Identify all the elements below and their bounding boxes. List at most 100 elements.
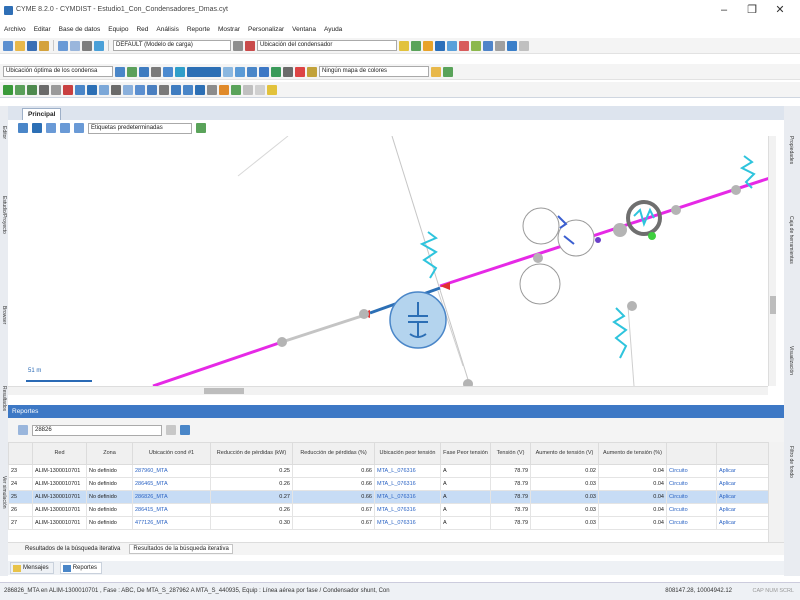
check-icon[interactable] xyxy=(3,84,13,95)
breaker-icon[interactable] xyxy=(123,84,133,95)
profile-icon[interactable] xyxy=(175,66,185,77)
sort-icon[interactable] xyxy=(127,66,137,77)
load-model-select[interactable]: DEFAULT (Modelo de carga) xyxy=(113,40,231,51)
side-tab-toolbox[interactable]: Caja de herramientas xyxy=(788,216,794,264)
bus-icon[interactable] xyxy=(195,84,205,95)
save-icon[interactable] xyxy=(27,40,37,51)
zoom-out-icon[interactable] xyxy=(60,123,70,133)
feeder-line-magenta[interactable] xyxy=(152,340,283,386)
circuit-link[interactable]: Circuito xyxy=(666,477,717,491)
menu-red[interactable]: Red xyxy=(136,26,148,33)
shape-icon[interactable] xyxy=(255,84,265,95)
column-header[interactable] xyxy=(716,442,768,465)
side-tab-results[interactable]: Resultados xyxy=(1,386,7,411)
column-header-worst-voltage-location[interactable]: Ubicación peor tensión xyxy=(374,442,441,465)
run-icon[interactable] xyxy=(245,40,255,51)
switch-icon[interactable] xyxy=(39,84,49,95)
scroll-thumb[interactable] xyxy=(770,296,776,314)
select-icon[interactable] xyxy=(18,123,28,133)
menu-equipo[interactable]: Equipo xyxy=(108,26,128,33)
zoom-extent-icon[interactable] xyxy=(74,123,84,133)
lightbulb-icon[interactable] xyxy=(399,40,409,51)
circuit-link[interactable]: Circuito xyxy=(666,516,717,530)
menu-ventana[interactable]: Ventana xyxy=(292,26,316,33)
node-icon[interactable] xyxy=(15,84,25,95)
section-icon[interactable] xyxy=(51,84,61,95)
side-tab-visualization[interactable]: Visualización xyxy=(788,346,794,375)
side-tab-study[interactable]: Estudio/Proyecto xyxy=(1,196,7,234)
fuse-icon[interactable] xyxy=(135,84,145,95)
open-icon[interactable] xyxy=(15,40,25,51)
close-button[interactable]: ✕ xyxy=(768,2,792,18)
device-icon[interactable] xyxy=(283,66,293,77)
chart-icon[interactable] xyxy=(447,40,457,51)
table-icon[interactable] xyxy=(163,66,173,77)
source-icon[interactable] xyxy=(27,84,37,95)
warning-icon[interactable] xyxy=(423,40,433,51)
move-icon[interactable] xyxy=(75,84,85,95)
list-icon[interactable] xyxy=(495,40,505,51)
network-diagram[interactable] xyxy=(8,136,776,386)
menu-analisis[interactable]: Análisis xyxy=(156,26,178,33)
column-header[interactable] xyxy=(666,442,717,465)
menu-ayuda[interactable]: Ayuda xyxy=(324,26,342,33)
column-header-voltage-rise-v[interactable]: Aumento de tensión (V) xyxy=(530,442,599,465)
column-header-voltage-rise-pct[interactable]: Aumento de tensión (%) xyxy=(598,442,667,465)
apply-link[interactable]: Aplicar xyxy=(716,464,768,478)
clear-icon[interactable] xyxy=(166,425,176,435)
menu-mostrar[interactable]: Mostrar xyxy=(218,26,240,33)
report-icon[interactable] xyxy=(435,40,445,51)
column-header-location[interactable]: Ubicación cond #1 xyxy=(132,442,211,465)
tab-principal[interactable]: Principal xyxy=(22,108,62,120)
network-nodes[interactable] xyxy=(277,185,741,386)
filter-icon[interactable] xyxy=(151,66,161,77)
signal-icon[interactable] xyxy=(271,66,281,77)
load-icon[interactable] xyxy=(207,84,217,95)
search-input[interactable]: 28826 xyxy=(32,424,162,436)
table-row[interactable]: 25 ALIM-1300010701 No definido 286826_MTA 0.… xyxy=(8,490,768,504)
column-header-worst-phase[interactable]: Fase Peor tensión xyxy=(440,442,491,465)
table-row[interactable]: 23 ALIM-1300010701 No definido 287960_MTA 0.… xyxy=(8,464,768,478)
rotate-icon[interactable] xyxy=(87,84,97,95)
menu-base-de-datos[interactable]: Base de datos xyxy=(59,26,101,33)
network-icon[interactable] xyxy=(139,66,149,77)
tab-iterative-results-1[interactable]: Resultados de la búsqueda iterativa xyxy=(22,545,123,553)
apply-link[interactable]: Aplicar xyxy=(716,477,768,491)
arrow-icon[interactable] xyxy=(223,66,233,77)
apply-link[interactable]: Aplicar xyxy=(716,516,768,530)
color-map-select[interactable]: Ningún mapa de colores xyxy=(319,66,429,77)
highlight-icon[interactable] xyxy=(267,84,277,95)
menu-archivo[interactable]: Archivo xyxy=(4,26,26,33)
palette-icon[interactable] xyxy=(307,66,317,77)
tab-messages[interactable]: Mensajes xyxy=(10,562,54,574)
regulator-icon[interactable] xyxy=(111,84,121,95)
zoom-icon[interactable] xyxy=(94,40,104,51)
delete-icon[interactable] xyxy=(63,84,73,95)
canvas-vertical-scrollbar[interactable] xyxy=(768,136,776,386)
chart-icon[interactable] xyxy=(115,66,125,77)
column-header-zona[interactable]: Zona xyxy=(86,442,133,465)
star-icon[interactable] xyxy=(235,66,245,77)
menu-editar[interactable]: Editar xyxy=(34,26,51,33)
column-header[interactable] xyxy=(8,442,33,465)
settings-icon[interactable] xyxy=(233,40,243,51)
tree-icon[interactable] xyxy=(471,40,481,51)
side-tab-background-filter[interactable]: Filtro de fondo xyxy=(788,446,794,478)
capacitor-bank[interactable] xyxy=(519,263,561,305)
network-canvas[interactable]: 51 m xyxy=(8,136,776,386)
capacitor-bubble[interactable] xyxy=(389,291,447,349)
search-icon[interactable] xyxy=(180,425,190,435)
connect-icon[interactable] xyxy=(259,66,269,77)
motor-icon[interactable] xyxy=(231,84,241,95)
menu-personalizar[interactable]: Personalizar xyxy=(248,26,284,33)
calc-icon[interactable] xyxy=(411,40,421,51)
table-row[interactable]: 24 ALIM-1300010701 No definido 286465_MTA 0.… xyxy=(8,477,768,491)
side-tab-browser[interactable]: Browser xyxy=(1,306,7,324)
column-header-loss-reduction-kw[interactable]: Reducción de pérdidas (kW) xyxy=(210,442,293,465)
folder-icon[interactable] xyxy=(39,40,49,51)
column-header-voltage[interactable]: Tensión (V) xyxy=(490,442,531,465)
layers-icon[interactable] xyxy=(443,66,453,77)
side-tab-simulation[interactable]: Ver simulación xyxy=(1,476,7,509)
voltage-profile-icon[interactable] xyxy=(187,66,221,77)
canvas-horizontal-scrollbar[interactable] xyxy=(8,386,768,395)
